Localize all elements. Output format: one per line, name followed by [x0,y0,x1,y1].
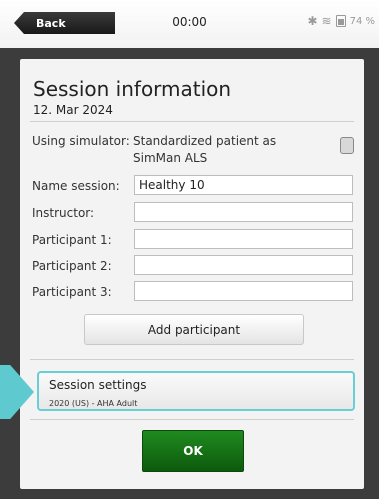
wifi-icon: ≋ [321,14,332,28]
session-settings-button[interactable]: Session settings 2020 (US) - AHA Adult [37,371,355,411]
add-participant-button[interactable]: Add participant [84,314,304,345]
divider [30,121,354,122]
name-session-field[interactable]: Healthy 10 [134,175,353,195]
simulator-value: Standardized patient as SimMan ALS [133,134,277,165]
instructor-field[interactable] [134,202,353,222]
session-date: 12. Mar 2024 [33,103,113,117]
ok-label: OK [183,444,203,458]
top-bar: Back 00:00 ✱ ≋ 74 % [0,0,379,48]
instructor-label: Instructor: [32,206,95,220]
dialog-title: Session information [33,77,232,101]
participant-2-label: Participant 2: [32,259,112,273]
simulator-label: Using simulator: [32,134,130,148]
participant-3-label: Participant 3: [32,285,112,299]
battery-icon [335,15,346,27]
session-settings-subtitle: 2020 (US) - AHA Adult [49,399,138,408]
participant-1-field[interactable] [134,229,353,249]
participant-3-field[interactable] [134,281,353,301]
status-icons: ✱ ≋ 74 % [307,15,375,27]
session-information-dialog: Session information 12. Mar 2024 Using s… [20,59,364,489]
participant-2-field[interactable] [134,255,353,275]
session-settings-title: Session settings [49,378,147,392]
divider [30,419,354,420]
ok-button[interactable]: OK [142,430,244,472]
name-session-label: Name session: [32,179,120,193]
participant-1-label: Participant 1: [32,233,112,247]
divider [30,359,354,360]
battery-percent: 74 % [349,15,375,27]
add-participant-label: Add participant [147,322,241,337]
simulator-checkbox[interactable] [340,137,354,154]
bluetooth-icon: ✱ [307,14,318,28]
